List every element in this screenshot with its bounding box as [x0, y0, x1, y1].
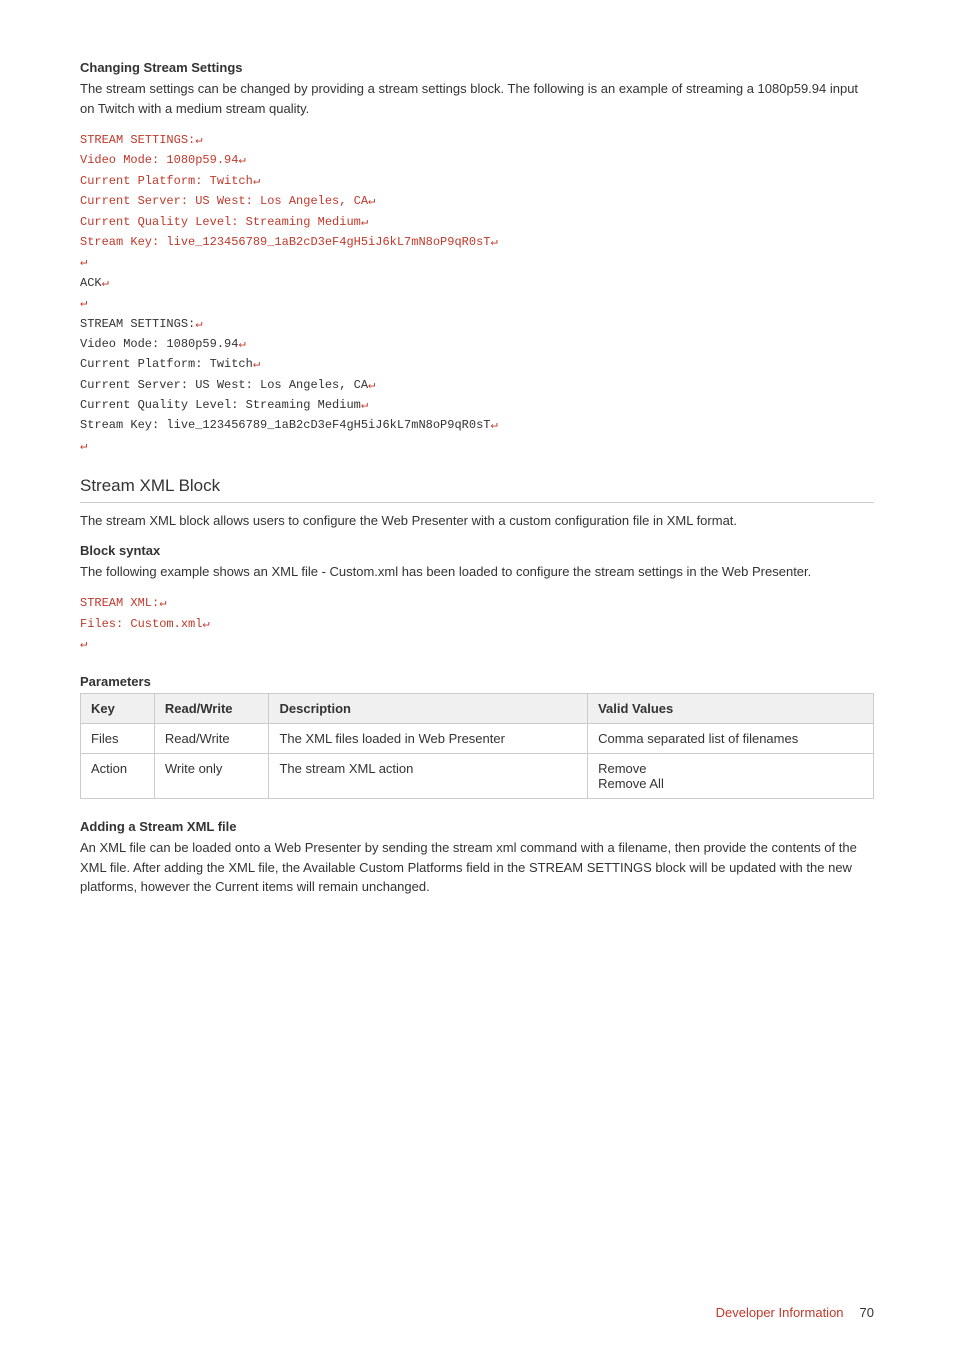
- stream-xml-code-block: STREAM XML:↵ Files: Custom.xml↵ ↵: [80, 593, 874, 654]
- col-key: Key: [81, 694, 155, 724]
- code-line: Current Server: US West: Los Angeles, CA…: [80, 375, 874, 395]
- adding-xml-description: An XML file can be loaded onto a Web Pre…: [80, 838, 874, 897]
- cell-readwrite: Read/Write: [154, 724, 269, 754]
- code-line: Current Platform: Twitch↵: [80, 354, 874, 374]
- changing-stream-settings-section: Changing Stream Settings The stream sett…: [80, 60, 874, 456]
- code-line: Current Platform: Twitch↵: [80, 171, 874, 191]
- stream-xml-block-section: Stream XML Block The stream XML block al…: [80, 476, 874, 897]
- code-line: Video Mode: 1080p59.94↵: [80, 150, 874, 170]
- footer: Developer Information 70: [716, 1305, 874, 1320]
- col-description: Description: [269, 694, 588, 724]
- code-line: Video Mode: 1080p59.94↵: [80, 334, 874, 354]
- block-syntax-section: Block syntax The following example shows…: [80, 543, 874, 655]
- stream-settings-code-block-1: STREAM SETTINGS:↵ Video Mode: 1080p59.94…: [80, 130, 874, 456]
- footer-link[interactable]: Developer Information: [716, 1305, 844, 1320]
- code-line: Current Quality Level: Streaming Medium↵: [80, 212, 874, 232]
- changing-stream-settings-heading: Changing Stream Settings: [80, 60, 874, 75]
- code-line: Current Server: US West: Los Angeles, CA…: [80, 191, 874, 211]
- stream-xml-block-description: The stream XML block allows users to con…: [80, 511, 874, 531]
- changing-stream-settings-description: The stream settings can be changed by pr…: [80, 79, 874, 118]
- cell-key: Action: [81, 754, 155, 799]
- code-line: ↵: [80, 293, 874, 313]
- code-line: Stream Key: live_123456789_1aB2cD3eF4gH5…: [80, 232, 874, 252]
- cell-readwrite: Write only: [154, 754, 269, 799]
- parameters-heading: Parameters: [80, 674, 874, 689]
- cell-validvalues: Comma separated list of filenames: [588, 724, 874, 754]
- code-line: ↵: [80, 436, 874, 456]
- block-syntax-description: The following example shows an XML file …: [80, 562, 874, 582]
- code-line: ↵: [80, 252, 874, 272]
- block-syntax-heading: Block syntax: [80, 543, 874, 558]
- cell-key: Files: [81, 724, 155, 754]
- col-validvalues: Valid Values: [588, 694, 874, 724]
- code-line: ACK↵: [80, 273, 874, 293]
- code-line: STREAM SETTINGS:↵: [80, 130, 874, 150]
- code-line: STREAM XML:↵: [80, 593, 874, 613]
- parameters-section: Parameters Key Read/Write Description Va…: [80, 674, 874, 799]
- table-row: Action Write only The stream XML action …: [81, 754, 874, 799]
- code-line: Stream Key: live_123456789_1aB2cD3eF4gH5…: [80, 415, 874, 435]
- code-line: ↵: [80, 634, 874, 654]
- cell-description: The XML files loaded in Web Presenter: [269, 724, 588, 754]
- cell-validvalues: RemoveRemove All: [588, 754, 874, 799]
- footer-page-number: 70: [860, 1305, 874, 1320]
- table-header-row: Key Read/Write Description Valid Values: [81, 694, 874, 724]
- parameters-table: Key Read/Write Description Valid Values …: [80, 693, 874, 799]
- table-row: Files Read/Write The XML files loaded in…: [81, 724, 874, 754]
- code-line: Files: Custom.xml↵: [80, 614, 874, 634]
- cell-description: The stream XML action: [269, 754, 588, 799]
- col-readwrite: Read/Write: [154, 694, 269, 724]
- code-line: Current Quality Level: Streaming Medium↵: [80, 395, 874, 415]
- adding-xml-section: Adding a Stream XML file An XML file can…: [80, 819, 874, 897]
- adding-xml-heading: Adding a Stream XML file: [80, 819, 874, 834]
- stream-xml-block-heading: Stream XML Block: [80, 476, 874, 503]
- code-line: STREAM SETTINGS:↵: [80, 314, 874, 334]
